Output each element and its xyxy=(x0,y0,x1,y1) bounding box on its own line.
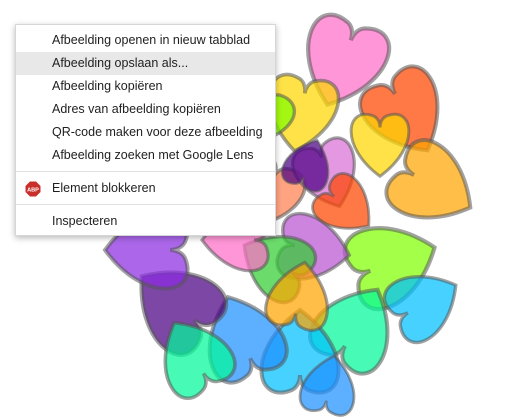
adblock-plus-icon: ABP xyxy=(25,181,41,197)
block-element-label: Element blokkeren xyxy=(52,181,156,195)
image-context-menu: Afbeelding openen in nieuw tabblad Afbee… xyxy=(15,24,276,236)
menu-item-inspect[interactable]: Inspecteren xyxy=(16,210,275,233)
menu-item-copy-image-address[interactable]: Adres van afbeelding kopiëren xyxy=(16,98,275,121)
heart-shape xyxy=(349,112,411,178)
menu-separator xyxy=(16,204,275,205)
menu-item-block-element[interactable]: ABP Element blokkeren xyxy=(16,177,275,200)
menu-item-save-image-as[interactable]: Afbeelding opslaan als... xyxy=(16,52,275,75)
menu-item-search-google-lens[interactable]: Afbeelding zoeken met Google Lens xyxy=(16,144,275,167)
menu-item-copy-image[interactable]: Afbeelding kopiëren xyxy=(16,75,275,98)
menu-separator xyxy=(16,171,275,172)
menu-item-open-image-new-tab[interactable]: Afbeelding openen in nieuw tabblad xyxy=(16,29,275,52)
svg-text:ABP: ABP xyxy=(27,188,39,194)
menu-item-create-qr-code[interactable]: QR-code maken voor deze afbeelding xyxy=(16,121,275,144)
